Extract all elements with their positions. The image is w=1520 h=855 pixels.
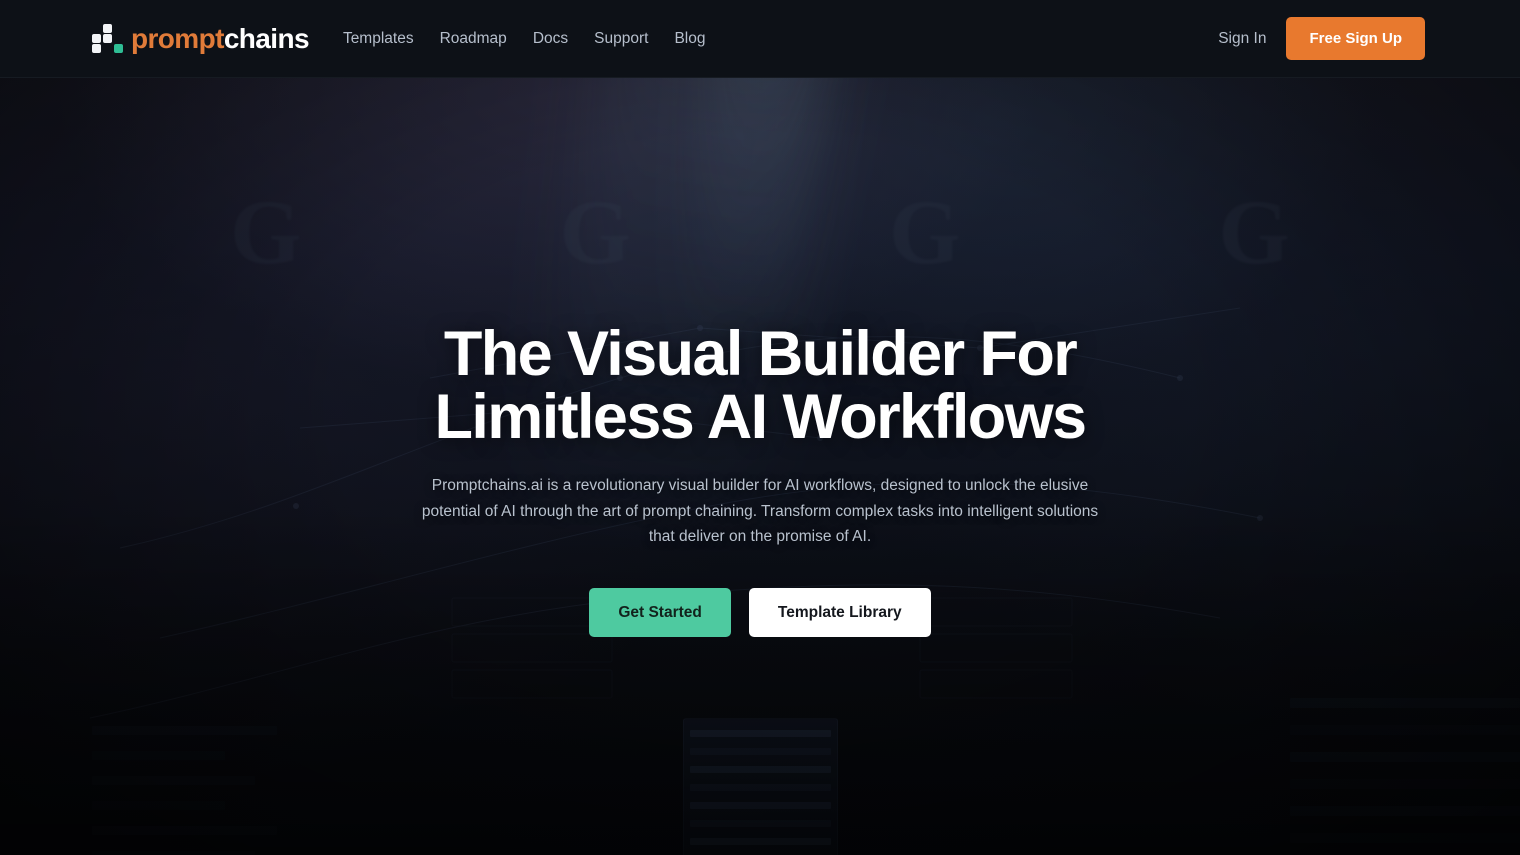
brand-logo-link[interactable]: promptchains [92,22,310,54]
page-title-line-2: Limitless AI Workflows [434,382,1088,452]
header-actions: Sign In Free Sign Up [1218,17,1425,60]
landing-page: promptchains Templates Roadmap Docs Supp… [0,0,1520,855]
hero-content: The Visual Builder For Limitless AI Work… [0,78,1520,638]
get-started-button[interactable]: Get Started [589,587,731,638]
main-navigation: Templates Roadmap Docs Support Blog [343,31,706,47]
brand-wordmark-prompt: prompt [131,22,224,54]
nav-item-roadmap[interactable]: Roadmap [440,31,507,47]
template-library-button[interactable]: Template Library [748,587,931,638]
nav-item-support[interactable]: Support [594,31,648,47]
nav-item-docs[interactable]: Docs [533,31,568,47]
page-title: The Visual Builder For Limitless AI Work… [410,323,1110,449]
hero-cta-group: Get Started Template Library [589,587,931,638]
hero-section: G G G G [0,78,1520,855]
nav-item-blog[interactable]: Blog [674,31,705,47]
page-title-line-1: The Visual Builder For [443,319,1078,389]
site-header: promptchains Templates Roadmap Docs Supp… [0,0,1520,78]
promptchains-grid-logo-icon [92,24,123,53]
sign-in-link[interactable]: Sign In [1218,30,1266,48]
brand-wordmark-chains: chains [223,22,310,54]
hero-subtitle: Promptchains.ai is a revolutionary visua… [421,477,1099,546]
nav-item-templates[interactable]: Templates [343,31,414,47]
free-sign-up-button[interactable]: Free Sign Up [1286,17,1425,60]
brand-wordmark: promptchains [131,22,310,54]
